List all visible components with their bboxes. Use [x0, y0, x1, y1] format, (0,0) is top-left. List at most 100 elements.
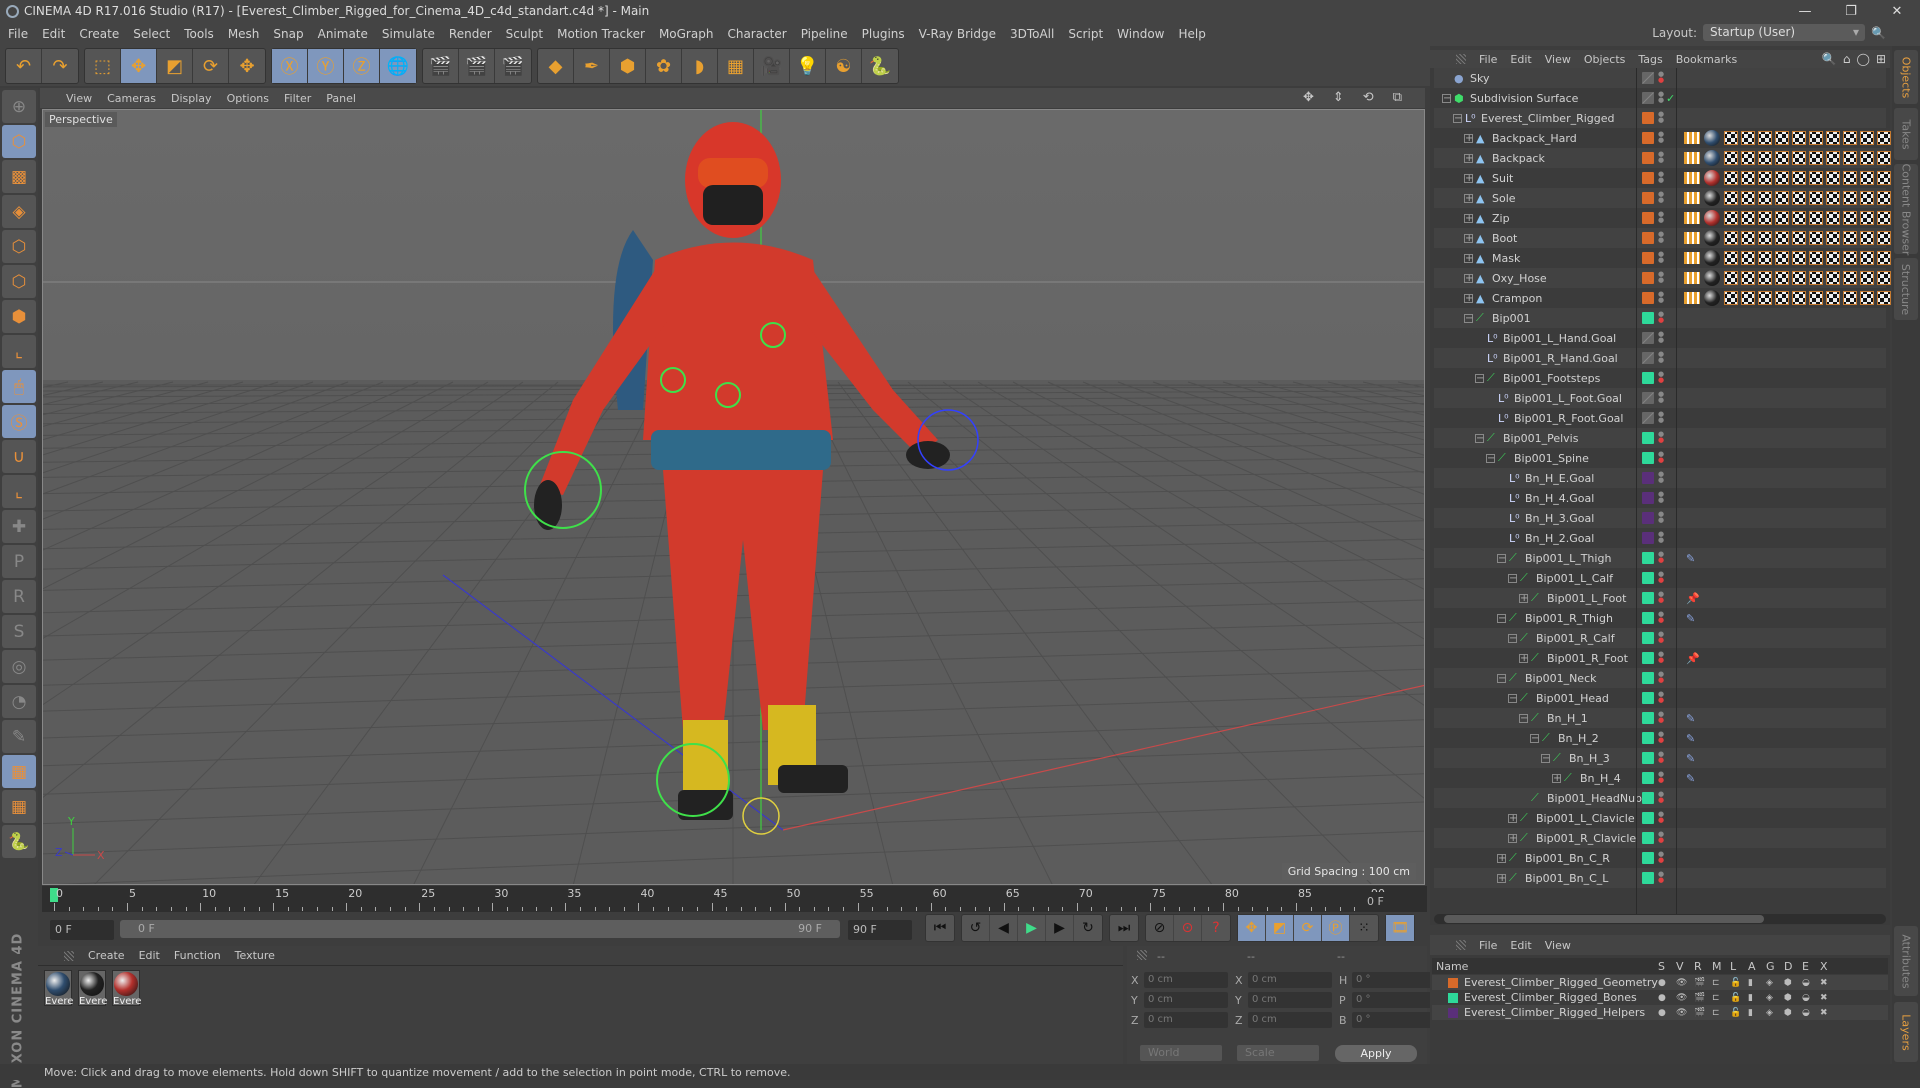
layer-none-chip[interactable]	[1642, 352, 1654, 364]
phong-tag-icon[interactable]	[1684, 232, 1700, 244]
object-menu-file[interactable]: File	[1479, 53, 1497, 66]
object-row[interactable]: − ⟋ Bip001_Pelvis ● ●	[1434, 428, 1886, 448]
side-tab-layers[interactable]: Layers	[1894, 1002, 1918, 1062]
viewport-layout-icon[interactable]: ⧉	[1393, 90, 1402, 105]
layer-color-chip[interactable]	[1642, 212, 1654, 224]
layer-color-chip[interactable]	[1642, 852, 1654, 864]
material-tag-icon[interactable]	[1704, 210, 1720, 226]
layer-none-chip[interactable]	[1642, 92, 1654, 104]
uvw-tag-icon[interactable]	[1877, 191, 1891, 205]
layer-color-chip[interactable]	[1642, 192, 1654, 204]
layer-color-chip[interactable]	[1642, 172, 1654, 184]
make-editable-button[interactable]: ⊕	[2, 90, 36, 123]
layer-column-s[interactable]: S	[1658, 960, 1665, 973]
expand-icon[interactable]: +	[1464, 153, 1473, 163]
panel-grip-icon[interactable]	[1456, 940, 1466, 950]
visibility-dots[interactable]: ● ●	[1658, 291, 1664, 304]
uvw-tag-icon[interactable]	[1792, 131, 1806, 145]
minimize-button[interactable]: —	[1782, 0, 1828, 22]
menu-window[interactable]: Window	[1117, 27, 1164, 41]
live-selection-button[interactable]: ⬚	[85, 49, 121, 83]
visibility-dots[interactable]: ● ●	[1658, 451, 1664, 464]
visibility-dots[interactable]: ● ●	[1658, 131, 1664, 144]
uvw-tag-icon[interactable]	[1809, 131, 1823, 145]
uvw-tag-icon[interactable]	[1724, 271, 1738, 285]
key-pla-button[interactable]: ◔	[2, 685, 36, 718]
layer-row[interactable]: Everest_Climber_Rigged_Bones ● 👁 🎬 ⊏ 🔓 ▮ ◈ ⬢ ◒ ✖	[1432, 990, 1888, 1005]
x-axis-button[interactable]: Ⓧ	[272, 49, 308, 83]
phong-tag-icon[interactable]	[1684, 252, 1700, 264]
snap-button[interactable]: ∪	[2, 440, 36, 473]
menu-create[interactable]: Create	[79, 27, 119, 41]
layer-color-chip[interactable]	[1642, 232, 1654, 244]
layout-dropdown[interactable]: Startup (User)	[1703, 24, 1866, 41]
visibility-dots[interactable]: ● ●	[1658, 531, 1664, 544]
layer-color-chip[interactable]	[1642, 572, 1654, 584]
uvw-tag-icon[interactable]	[1860, 271, 1874, 285]
menu-simulate[interactable]: Simulate	[382, 27, 435, 41]
render-clapper-icon[interactable]: 🎬	[1694, 978, 1705, 988]
object-row[interactable]: + ⟋ Bip001_L_Clavicle ● ●	[1434, 808, 1886, 828]
uvw-tag-icon[interactable]	[1860, 251, 1874, 265]
menu-file[interactable]: File	[8, 27, 28, 41]
object-row[interactable]: L⁰ Bn_H_3.Goal ● ●	[1434, 508, 1886, 528]
visibility-dots[interactable]: ● ●	[1658, 271, 1664, 284]
collapse-icon[interactable]: −	[1497, 553, 1506, 563]
menu-mesh[interactable]: Mesh	[228, 27, 260, 41]
z-axis-button[interactable]: Ⓩ	[344, 49, 380, 83]
layer-column-x[interactable]: X	[1820, 960, 1828, 973]
render-view-button[interactable]: 🎬	[423, 49, 459, 83]
deformer-icon[interactable]: ⬢	[1784, 978, 1792, 988]
uvw-tag-icon[interactable]	[1775, 231, 1789, 245]
collapse-icon[interactable]: −	[1442, 93, 1451, 103]
menu-edit[interactable]: Edit	[42, 27, 65, 41]
uvw-tag-icon[interactable]	[1826, 151, 1840, 165]
object-row[interactable]: ⟋ Bip001_HeadNub ● ●	[1434, 788, 1886, 808]
side-tab-structure[interactable]: Structure	[1894, 258, 1918, 320]
visibility-dots[interactable]: ● ●	[1658, 151, 1664, 164]
visibility-dots[interactable]: ● ●	[1658, 351, 1664, 364]
deformer-icon[interactable]: ⬢	[1784, 1008, 1792, 1018]
ik-tag-icon[interactable]: ✎	[1686, 552, 1695, 565]
uvw-tag-icon[interactable]	[1758, 151, 1772, 165]
viewport-menu-options[interactable]: Options	[227, 92, 269, 105]
object-row[interactable]: − ⟋ Bn_H_3 ● ● ✎	[1434, 748, 1886, 768]
layer-color-chip[interactable]	[1642, 712, 1654, 724]
uvw-tag-icon[interactable]	[1809, 171, 1823, 185]
uvw-tag-icon[interactable]	[1877, 231, 1891, 245]
uvw-tag-icon[interactable]	[1724, 151, 1738, 165]
uvw-tag-icon[interactable]	[1860, 131, 1874, 145]
phong-tag-icon[interactable]	[1684, 172, 1700, 184]
layer-color-chip[interactable]	[1642, 432, 1654, 444]
viewport-zoom-icon[interactable]: ⇕	[1333, 90, 1344, 105]
object-row[interactable]: − ⟋ Bip001_R_Thigh ● ● ✎	[1434, 608, 1886, 628]
material-tag-icon[interactable]	[1704, 130, 1720, 146]
key-psr-button[interactable]: S	[2, 615, 36, 648]
solo-dot-icon[interactable]: ●	[1658, 1008, 1666, 1018]
floor-button[interactable]: ▦	[718, 49, 754, 83]
layer-color-chip[interactable]	[1642, 532, 1654, 544]
render-clapper-icon[interactable]: 🎬	[1694, 993, 1705, 1003]
visibility-dots[interactable]: ● ●	[1658, 811, 1664, 824]
layer-column-name[interactable]: Name	[1436, 960, 1468, 973]
search-icon[interactable]: 🔍	[1822, 52, 1837, 66]
layer-column-d[interactable]: D	[1784, 960, 1792, 973]
lock-icon[interactable]: 🔓	[1730, 1008, 1741, 1018]
layer-color-chip[interactable]	[1448, 1007, 1458, 1018]
generator-icon[interactable]: ◈	[1766, 993, 1773, 1003]
visibility-dots[interactable]: ● ●	[1658, 831, 1664, 844]
visibility-dots[interactable]: ● ●	[1658, 751, 1664, 764]
generator-icon[interactable]: ◈	[1766, 978, 1773, 988]
uvw-tag-icon[interactable]	[1826, 211, 1840, 225]
menu-tools[interactable]: Tools	[184, 27, 214, 41]
layer-color-chip[interactable]	[1642, 112, 1654, 124]
enabled-check-icon[interactable]: ✓	[1666, 92, 1675, 105]
viewport-menu-filter[interactable]: Filter	[284, 92, 311, 105]
menu-render[interactable]: Render	[449, 27, 492, 41]
object-row[interactable]: − ⬢ Subdivision Surface ● ● ✓	[1434, 88, 1886, 108]
coord-rotation-field[interactable]: 0 °	[1352, 1012, 1436, 1028]
visibility-dots[interactable]: ● ●	[1658, 671, 1664, 684]
psr-constraint-tag-icon[interactable]: 📌	[1686, 652, 1700, 665]
layer-color-chip[interactable]	[1642, 672, 1654, 684]
layer-menu-view[interactable]: View	[1545, 939, 1571, 952]
